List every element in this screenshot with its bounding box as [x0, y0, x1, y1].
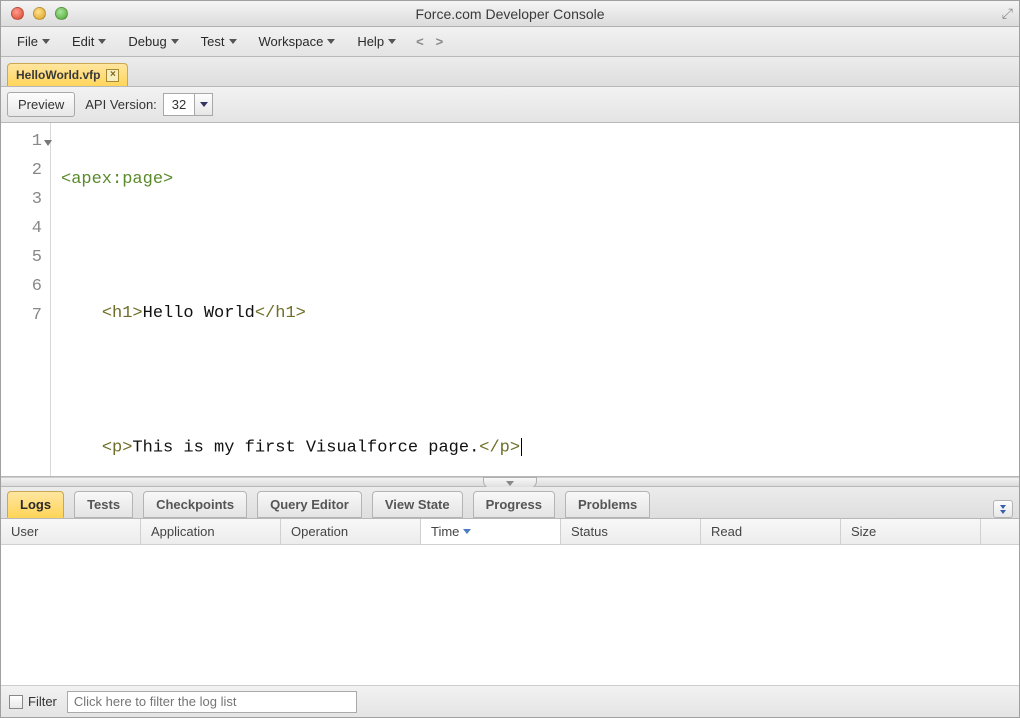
col-operation[interactable]: Operation — [281, 519, 421, 544]
filter-input[interactable] — [67, 691, 357, 713]
editor-toolbar: Preview API Version: 32 — [1, 87, 1019, 123]
nav-forward-button[interactable]: > — [436, 34, 444, 49]
col-spacer — [981, 519, 1019, 544]
filter-toggle[interactable]: Filter — [9, 694, 57, 709]
window-minimize-button[interactable] — [33, 7, 46, 20]
tab-tests[interactable]: Tests — [74, 491, 133, 518]
filter-label: Filter — [28, 694, 57, 709]
line-number: 2 — [1, 156, 50, 185]
line-number: 1 — [1, 127, 50, 156]
double-chevron-icon — [1000, 505, 1006, 514]
line-number: 5 — [1, 243, 50, 272]
code-editor[interactable]: 1 2 3 4 5 6 7 <apex:page> <h1>Hello Worl… — [1, 123, 1019, 477]
menu-file[interactable]: File — [7, 30, 60, 53]
col-application[interactable]: Application — [141, 519, 281, 544]
code-token: This is my first Visualforce page. — [132, 438, 479, 457]
chevron-down-icon — [42, 39, 50, 44]
tab-view-state[interactable]: View State — [372, 491, 463, 518]
window-maximize-button[interactable] — [55, 7, 68, 20]
line-number: 3 — [1, 185, 50, 214]
code-token: </h1> — [255, 304, 306, 323]
editor-tabstrip: HelloWorld.vfp × — [1, 57, 1019, 87]
fold-toggle-icon[interactable] — [44, 140, 52, 146]
filter-checkbox[interactable] — [9, 695, 23, 709]
menu-debug-label: Debug — [128, 34, 166, 49]
panel-expand-button[interactable] — [993, 500, 1013, 518]
log-table-body[interactable] — [1, 545, 1019, 685]
close-tab-button[interactable]: × — [106, 69, 119, 82]
fullscreen-icon[interactable]: ⤢ — [1002, 5, 1013, 22]
sort-descending-icon — [463, 529, 471, 534]
window-close-button[interactable] — [11, 7, 24, 20]
menu-debug[interactable]: Debug — [118, 30, 188, 53]
titlebar: Force.com Developer Console ⤢ — [1, 1, 1019, 27]
chevron-down-icon — [171, 39, 179, 44]
menu-file-label: File — [17, 34, 38, 49]
api-version-dropdown-button[interactable] — [194, 94, 212, 115]
line-number: 6 — [1, 272, 50, 301]
bottom-panel: Logs Tests Checkpoints Query Editor View… — [1, 487, 1019, 717]
text-cursor — [521, 438, 522, 456]
chevron-down-icon — [506, 481, 514, 486]
code-content[interactable]: <apex:page> <h1>Hello World</h1> <p>This… — [51, 123, 1019, 476]
api-version-value: 32 — [164, 94, 194, 115]
window-title: Force.com Developer Console — [1, 6, 1019, 22]
code-token: <p> — [102, 438, 133, 457]
code-token: <h1> — [102, 304, 143, 323]
menu-edit-label: Edit — [72, 34, 94, 49]
col-read[interactable]: Read — [701, 519, 841, 544]
chevron-down-icon — [229, 39, 237, 44]
line-gutter: 1 2 3 4 5 6 7 — [1, 123, 51, 476]
tab-progress[interactable]: Progress — [473, 491, 555, 518]
menu-workspace[interactable]: Workspace — [249, 30, 346, 53]
tab-problems[interactable]: Problems — [565, 491, 650, 518]
panel-splitter[interactable] — [1, 477, 1019, 487]
menu-edit[interactable]: Edit — [62, 30, 116, 53]
tab-query-editor[interactable]: Query Editor — [257, 491, 362, 518]
col-status[interactable]: Status — [561, 519, 701, 544]
editor-tab-label: HelloWorld.vfp — [16, 68, 100, 82]
filter-bar: Filter — [1, 685, 1019, 717]
chevron-down-icon — [200, 102, 208, 107]
menu-test-label: Test — [201, 34, 225, 49]
code-token: <apex:page> — [61, 170, 173, 189]
col-time-label: Time — [431, 524, 459, 539]
menu-workspace-label: Workspace — [259, 34, 324, 49]
col-size[interactable]: Size — [841, 519, 981, 544]
tab-logs[interactable]: Logs — [7, 491, 64, 518]
menu-help-label: Help — [357, 34, 384, 49]
menu-test[interactable]: Test — [191, 30, 247, 53]
code-token: Hello World — [143, 304, 255, 323]
code-token: </p> — [479, 438, 520, 457]
api-version-label: API Version: — [85, 97, 157, 112]
col-user[interactable]: User — [1, 519, 141, 544]
bottom-tabstrip: Logs Tests Checkpoints Query Editor View… — [1, 487, 1019, 519]
chevron-down-icon — [327, 39, 335, 44]
log-table-header: User Application Operation Time Status R… — [1, 519, 1019, 545]
developer-console-window: Force.com Developer Console ⤢ File Edit … — [0, 0, 1020, 718]
col-time[interactable]: Time — [421, 519, 561, 544]
line-number: 4 — [1, 214, 50, 243]
chevron-down-icon — [388, 39, 396, 44]
api-version-select[interactable]: 32 — [163, 93, 213, 116]
tab-checkpoints[interactable]: Checkpoints — [143, 491, 247, 518]
chevron-down-icon — [98, 39, 106, 44]
menu-help[interactable]: Help — [347, 30, 406, 53]
menubar: File Edit Debug Test Workspace Help < > — [1, 27, 1019, 57]
nav-back-button[interactable]: < — [416, 34, 424, 49]
line-number: 7 — [1, 301, 50, 330]
preview-button[interactable]: Preview — [7, 92, 75, 117]
editor-tab-helloworld[interactable]: HelloWorld.vfp × — [7, 63, 128, 86]
